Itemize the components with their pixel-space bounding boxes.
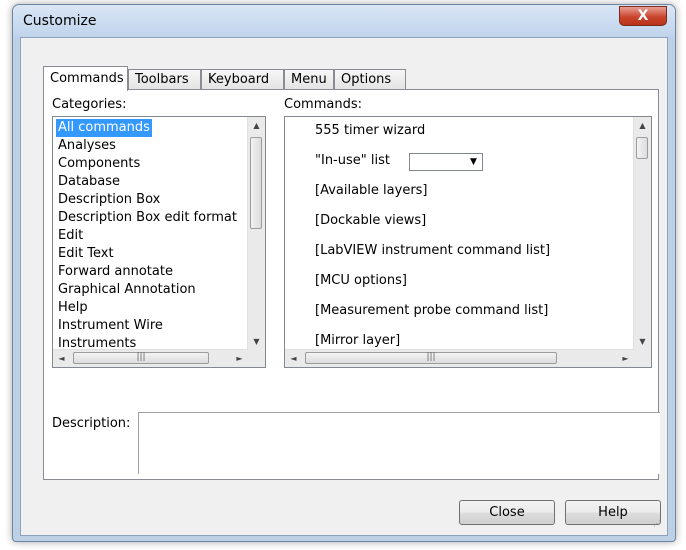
customize-dialog: Customize X Commands Toolbars Keyboard M… xyxy=(12,4,676,542)
list-item[interactable]: [Mirror layer] xyxy=(315,331,400,351)
list-item[interactable]: Forward annotate xyxy=(56,263,175,281)
list-item[interactable]: [MCU options] xyxy=(315,271,407,291)
list-item[interactable]: Instrument Wire xyxy=(56,317,165,335)
categories-list[interactable]: All commands Analyses Components Databas… xyxy=(52,116,266,368)
commands-label: Commands: xyxy=(284,97,362,112)
tab-toolbars[interactable]: Toolbars xyxy=(128,69,201,90)
window-title: Customize xyxy=(23,13,97,29)
scroll-corner xyxy=(248,350,265,367)
list-item[interactable]: "In-use" list xyxy=(315,151,390,171)
categories-horizontal-scrollbar[interactable]: ◄ ||| ► xyxy=(53,349,248,367)
resize-grip-icon[interactable]: ⋰ xyxy=(653,520,665,533)
categories-label: Categories: xyxy=(52,97,127,112)
scroll-left-arrow-icon[interactable]: ◄ xyxy=(285,350,302,367)
scroll-right-arrow-icon[interactable]: ► xyxy=(231,350,248,367)
tab-menu[interactable]: Menu xyxy=(284,69,334,90)
tab-commands[interactable]: Commands xyxy=(43,66,128,91)
categories-vertical-scrollbar[interactable]: ▲ ▼ xyxy=(247,117,265,350)
scroll-thumb[interactable] xyxy=(636,137,648,159)
list-item[interactable]: Edit xyxy=(56,227,85,245)
scroll-thumb[interactable]: ||| xyxy=(73,352,209,364)
list-item[interactable]: All commands xyxy=(56,119,152,137)
list-item[interactable]: [Dockable views] xyxy=(315,211,426,231)
list-item[interactable]: Description Box xyxy=(56,191,162,209)
list-item[interactable]: [Measurement probe command list] xyxy=(315,301,548,321)
scroll-right-arrow-icon[interactable]: ► xyxy=(617,350,634,367)
close-window-button[interactable]: X xyxy=(619,6,667,26)
list-item[interactable]: Help xyxy=(56,299,90,317)
list-item[interactable]: Graphical Annotation xyxy=(56,281,198,299)
tab-keyboard[interactable]: Keyboard xyxy=(201,69,284,90)
description-box xyxy=(138,412,660,474)
list-item[interactable]: Edit Text xyxy=(56,245,116,263)
chevron-down-icon[interactable]: ▼ xyxy=(465,154,482,170)
scroll-down-arrow-icon[interactable]: ▼ xyxy=(248,333,265,350)
dialog-client: Commands Toolbars Keyboard Menu Options … xyxy=(20,37,668,536)
close-button[interactable]: Close xyxy=(459,500,555,525)
scroll-up-arrow-icon[interactable]: ▲ xyxy=(248,117,265,134)
tab-options[interactable]: Options xyxy=(334,69,406,90)
scroll-down-arrow-icon[interactable]: ▼ xyxy=(634,333,651,350)
scroll-left-arrow-icon[interactable]: ◄ xyxy=(53,350,70,367)
scroll-up-arrow-icon[interactable]: ▲ xyxy=(634,117,651,134)
commands-horizontal-scrollbar[interactable]: ◄ ||| ► xyxy=(285,349,634,367)
list-item[interactable]: Database xyxy=(56,173,122,191)
commands-vertical-scrollbar[interactable]: ▲ ▼ xyxy=(633,117,651,350)
list-item[interactable]: Analyses xyxy=(56,137,118,155)
list-item[interactable]: 555 timer wizard xyxy=(315,121,425,141)
in-use-list-dropdown[interactable]: ▼ xyxy=(409,153,483,171)
commands-tab-panel: Categories: All commands Analyses Compon… xyxy=(43,89,660,480)
list-item[interactable]: [Available layers] xyxy=(315,181,428,201)
list-item[interactable]: Description Box edit format xyxy=(56,209,239,227)
scroll-corner xyxy=(634,350,651,367)
description-label: Description: xyxy=(52,416,131,431)
list-item[interactable]: Components xyxy=(56,155,142,173)
scroll-thumb[interactable]: ||| xyxy=(305,352,557,364)
list-item[interactable]: [LabVIEW instrument command list] xyxy=(315,241,550,261)
title-bar[interactable]: Customize X xyxy=(13,5,675,37)
commands-list[interactable]: 555 timer wizard "In-use" list ▼ [Availa… xyxy=(284,116,652,368)
scroll-thumb[interactable] xyxy=(250,137,262,229)
help-button[interactable]: Help xyxy=(565,500,661,525)
